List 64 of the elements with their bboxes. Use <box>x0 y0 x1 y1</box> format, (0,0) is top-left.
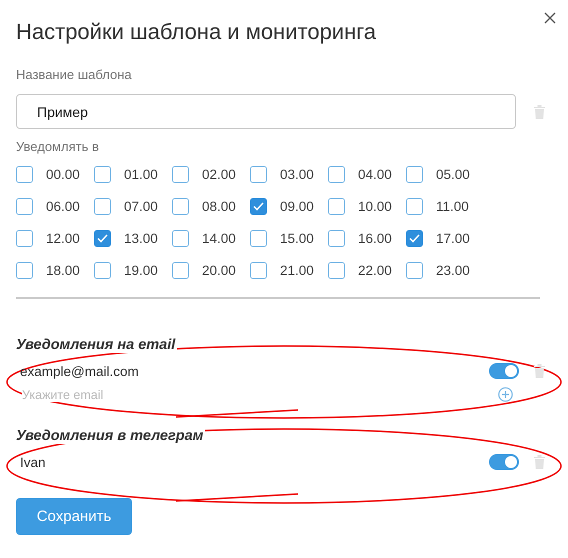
checkbox[interactable] <box>94 262 111 279</box>
checkbox[interactable] <box>172 230 189 247</box>
section-title: Уведомления в телеграм <box>14 428 206 444</box>
checkbox[interactable] <box>406 230 423 247</box>
close-icon[interactable] <box>544 12 556 24</box>
section-title: Уведомления на email <box>14 337 178 353</box>
hour-label: 12.00 <box>46 231 80 246</box>
hour-label: 15.00 <box>280 231 314 246</box>
hour-label: 13.00 <box>124 231 158 246</box>
field-label: Название шаблона <box>16 67 133 82</box>
checkbox[interactable] <box>172 262 189 279</box>
recipient-text: example@mail.com <box>20 364 140 378</box>
hour-label: 02.00 <box>202 167 236 182</box>
check-icon <box>97 234 108 243</box>
trash-icon[interactable] <box>533 363 546 379</box>
checkbox[interactable] <box>172 166 189 183</box>
hour-label: 16.00 <box>358 231 392 246</box>
checkbox[interactable] <box>94 166 111 183</box>
hour-label: 10.00 <box>358 199 392 214</box>
hour-label: 05.00 <box>436 167 470 182</box>
template-name-field[interactable]: Пример <box>16 94 516 129</box>
checkbox[interactable] <box>406 198 423 215</box>
checkbox[interactable] <box>172 198 189 215</box>
hour-label: 07.00 <box>124 199 158 214</box>
checkbox[interactable] <box>16 230 33 247</box>
hour-label: 06.00 <box>46 199 80 214</box>
checkbox[interactable] <box>250 230 267 247</box>
hour-label: 23.00 <box>436 263 470 278</box>
hour-label: 20.00 <box>202 263 236 278</box>
hour-label: 04.00 <box>358 167 392 182</box>
hour-label: 09.00 <box>280 199 314 214</box>
check-icon <box>253 202 264 211</box>
checkbox[interactable] <box>94 230 111 247</box>
checkbox[interactable] <box>406 166 423 183</box>
check-icon <box>409 234 420 243</box>
recipient-text: Ivan <box>20 454 47 470</box>
checkbox[interactable] <box>328 166 345 183</box>
hour-label: 17.00 <box>436 231 470 246</box>
checkbox[interactable] <box>328 198 345 215</box>
checkbox[interactable] <box>16 166 33 183</box>
hour-label: 19.00 <box>124 263 158 278</box>
field-label: Уведомлять в <box>16 139 100 154</box>
checkbox[interactable] <box>16 198 33 215</box>
checkbox[interactable] <box>250 262 267 279</box>
hour-label: 18.00 <box>46 263 80 278</box>
hour-label: 08.00 <box>202 199 236 214</box>
hour-label: 11.00 <box>436 199 469 214</box>
checkbox[interactable] <box>250 166 267 183</box>
hour-label: 03.00 <box>280 167 314 182</box>
toggle-switch[interactable] <box>489 454 519 470</box>
checkbox[interactable] <box>16 262 33 279</box>
checkbox[interactable] <box>94 198 111 215</box>
hour-label: 21.00 <box>280 263 314 278</box>
checkbox[interactable] <box>328 230 345 247</box>
plus-circle-icon[interactable] <box>498 387 513 402</box>
checkbox[interactable] <box>406 262 423 279</box>
hour-label: 22.00 <box>358 263 392 278</box>
hour-label: 00.00 <box>46 167 80 182</box>
checkbox[interactable] <box>328 262 345 279</box>
toggle-switch[interactable] <box>489 363 519 379</box>
dialog-title: Настройки шаблона и мониторинга <box>16 18 376 45</box>
checkbox[interactable] <box>250 198 267 215</box>
hour-label: 01.00 <box>124 167 158 182</box>
hour-label: 14.00 <box>202 231 236 246</box>
